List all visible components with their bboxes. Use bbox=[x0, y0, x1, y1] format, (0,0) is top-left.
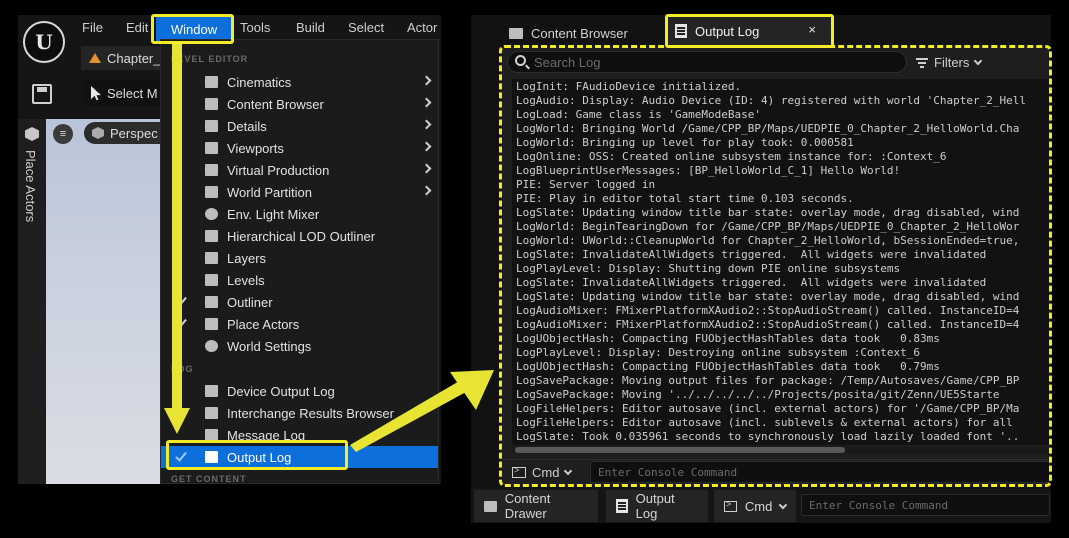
chevron-down-icon bbox=[779, 500, 788, 509]
section-level-editor: LEVEL EDITOR bbox=[171, 54, 249, 64]
menu-item-label: Place Actors bbox=[227, 316, 300, 332]
check-icon bbox=[175, 294, 187, 307]
hlod-icon bbox=[205, 230, 218, 242]
menu-item-label: Content Browser bbox=[227, 96, 324, 112]
viewports-icon bbox=[205, 142, 218, 154]
tab-content-browser[interactable]: Content Browser bbox=[509, 21, 628, 45]
virtual-production-icon bbox=[205, 164, 218, 176]
tab-content-browser-label: Content Browser bbox=[531, 25, 628, 41]
menu-tools[interactable]: Tools bbox=[240, 20, 270, 35]
level-viewport[interactable] bbox=[46, 119, 160, 484]
menu-item-env-light-mixer[interactable]: Env. Light Mixer bbox=[161, 203, 438, 225]
chevron-right-icon bbox=[421, 97, 432, 108]
menu-item-device-output-log[interactable]: Device Output Log bbox=[161, 380, 438, 402]
highlight-output-log-item bbox=[166, 440, 348, 470]
light-mixer-icon bbox=[205, 208, 218, 220]
layers-icon bbox=[205, 252, 218, 264]
chevron-right-icon bbox=[421, 75, 432, 86]
level-icon bbox=[89, 53, 101, 63]
bottom-cmd-label: Cmd bbox=[744, 498, 773, 514]
menu-item-cinematics[interactable]: Cinematics bbox=[161, 71, 438, 93]
place-actors-icon bbox=[205, 318, 218, 330]
menu-item-world-partition[interactable]: World Partition bbox=[161, 181, 438, 203]
menu-select[interactable]: Select bbox=[348, 20, 384, 35]
menu-item-content-browser[interactable]: Content Browser bbox=[161, 93, 438, 115]
menu-item-interchange-results-browser[interactable]: Interchange Results Browser bbox=[161, 402, 438, 424]
chevron-right-icon bbox=[421, 185, 432, 196]
select-mode-label: Select M bbox=[107, 85, 158, 101]
content-drawer-label: Content Drawer bbox=[504, 491, 551, 521]
section-log: LOG bbox=[171, 364, 194, 374]
menu-item-label: Env. Light Mixer bbox=[227, 206, 320, 222]
level-tab[interactable]: Chapter_ bbox=[81, 46, 171, 70]
menu-item-label: Viewports bbox=[227, 140, 284, 156]
device-output-log-icon bbox=[205, 385, 218, 397]
highlight-output-log-tab bbox=[665, 14, 834, 48]
outliner-icon bbox=[205, 296, 218, 308]
output-log-button-label: Output Log bbox=[635, 491, 675, 521]
menu-item-label: Levels bbox=[227, 272, 265, 288]
menu-item-layers[interactable]: Layers bbox=[161, 247, 438, 269]
menu-item-label: Virtual Production bbox=[227, 162, 330, 178]
menu-item-hierarchical-lod-outliner[interactable]: Hierarchical LOD Outliner bbox=[161, 225, 438, 247]
cinematics-icon bbox=[205, 76, 218, 88]
menu-item-label: Outliner bbox=[227, 294, 273, 310]
viewport-menu-icon[interactable]: ≡ bbox=[53, 124, 73, 144]
menu-item-label: Hierarchical LOD Outliner bbox=[227, 228, 376, 244]
details-icon bbox=[205, 120, 218, 132]
menu-item-viewports[interactable]: Viewports bbox=[161, 137, 438, 159]
menu-item-outliner[interactable]: Outliner bbox=[161, 291, 438, 313]
chevron-right-icon bbox=[421, 119, 432, 130]
menu-item-virtual-production[interactable]: Virtual Production bbox=[161, 159, 438, 181]
output-log-icon bbox=[616, 499, 628, 513]
menu-item-details[interactable]: Details bbox=[161, 115, 438, 137]
check-icon bbox=[175, 316, 187, 329]
level-tab-label: Chapter_ bbox=[107, 50, 161, 66]
menu-actor[interactable]: Actor bbox=[407, 20, 437, 35]
levels-icon bbox=[205, 274, 218, 286]
folder-icon bbox=[484, 500, 497, 512]
bottom-cmd-button[interactable]: Cmd bbox=[714, 490, 796, 522]
menu-item-label: World Partition bbox=[227, 184, 313, 200]
menu-item-label: Cinematics bbox=[227, 74, 292, 90]
menu-item-label: Device Output Log bbox=[227, 383, 335, 399]
cursor-icon bbox=[91, 86, 101, 100]
highlight-window-menu bbox=[151, 14, 234, 44]
perspective-label: Perspec bbox=[110, 125, 158, 141]
bottom-console-command-input[interactable] bbox=[809, 496, 1044, 514]
window-menu-dropdown: LEVEL EDITOR Cinematics Content Browser De… bbox=[160, 39, 439, 484]
section-get-content: GET CONTENT bbox=[171, 474, 247, 484]
highlight-output-log-panel bbox=[499, 45, 1052, 487]
save-icon[interactable] bbox=[32, 84, 52, 104]
menu-file[interactable]: File bbox=[82, 20, 103, 35]
world-partition-icon bbox=[205, 186, 218, 198]
perspective-cube-icon bbox=[92, 127, 104, 139]
menu-item-label: World Settings bbox=[227, 338, 312, 354]
menu-item-label: Interchange Results Browser bbox=[227, 405, 394, 421]
menu-item-world-settings[interactable]: World Settings bbox=[161, 335, 438, 357]
folder-icon bbox=[509, 27, 523, 39]
content-drawer-button[interactable]: Content Drawer bbox=[474, 490, 598, 522]
menu-item-label: Layers bbox=[227, 250, 267, 266]
menu-item-levels[interactable]: Levels bbox=[161, 269, 438, 291]
menu-item-label: Details bbox=[227, 118, 267, 134]
world-settings-icon bbox=[205, 340, 218, 352]
menu-build[interactable]: Build bbox=[296, 20, 325, 35]
content-browser-icon bbox=[205, 98, 218, 110]
chevron-right-icon bbox=[421, 141, 432, 152]
chevron-right-icon bbox=[421, 163, 432, 174]
unreal-logo-icon[interactable]: U bbox=[23, 21, 65, 63]
terminal-icon bbox=[724, 499, 737, 512]
output-log-button[interactable]: Output Log bbox=[606, 490, 708, 522]
interchange-icon bbox=[205, 407, 218, 419]
perspective-button[interactable]: Perspec bbox=[84, 122, 160, 144]
place-actors-label: Place Actors bbox=[23, 150, 38, 223]
menu-edit[interactable]: Edit bbox=[126, 20, 148, 35]
menu-item-place-actors[interactable]: Place Actors bbox=[161, 313, 438, 335]
